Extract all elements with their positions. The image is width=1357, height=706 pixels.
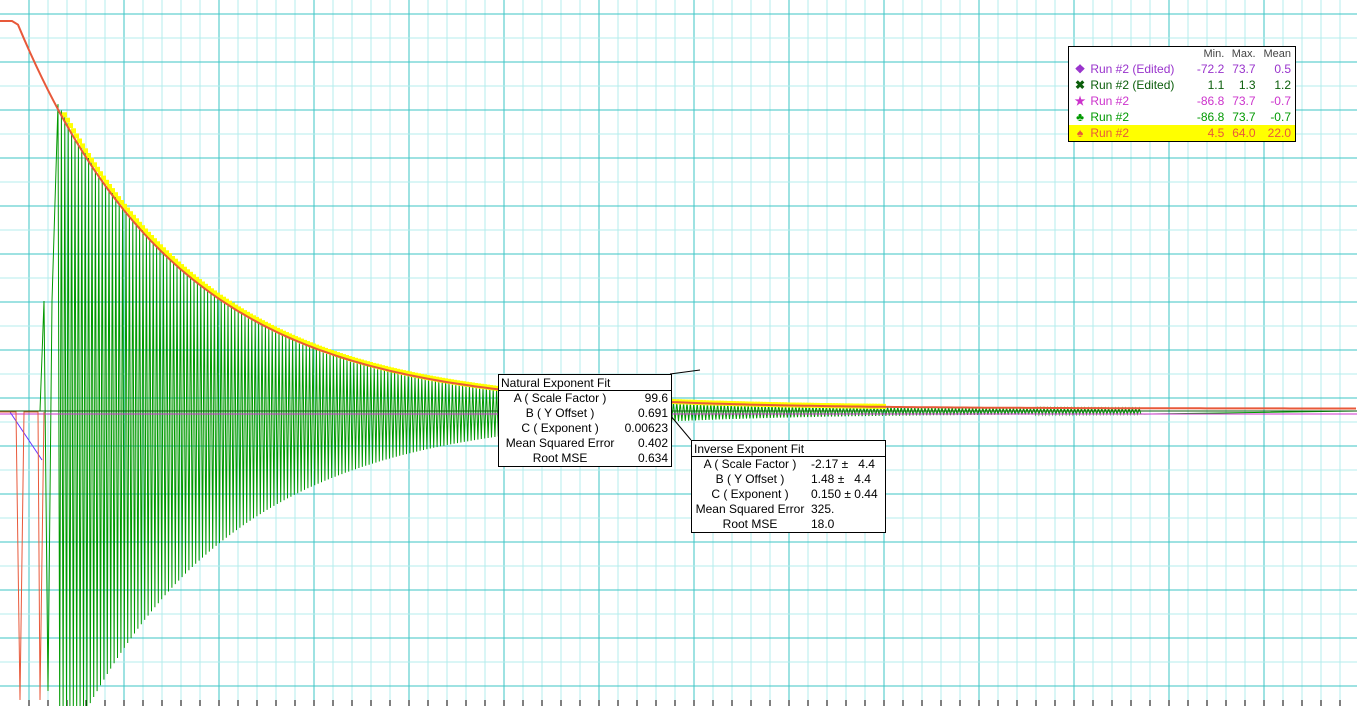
series-symbol-icon: ♣ [1076,110,1084,124]
fit-row: Mean Squared Error 0.402 [499,436,671,451]
fit-curve-start [0,411,45,701]
fit-row: Mean Squared Error 325. [692,502,881,517]
legend-row[interactable]: ★ Run #2 -86.8 73.7 -0.7 [1069,93,1295,109]
legend-min: -72.2 [1196,62,1225,76]
fit-label: A ( Scale Factor ) [513,391,607,405]
series-symbol-icon: ★ [1074,94,1086,108]
inverse-fit-title: Inverse Exponent Fit [692,441,885,457]
oscillation-line [0,104,1357,706]
fit-value: 0.691 [637,406,668,420]
fit-value: 325. [811,502,835,516]
legend-row[interactable]: ❖ Run #2 (Edited) -72.2 73.7 0.5 [1069,61,1295,77]
fit-row: A ( Scale Factor ) 99.6 [499,391,671,406]
legend-row[interactable]: ✖ Run #2 (Edited) 1.1 1.3 1.2 [1069,77,1295,93]
legend-entry: ✖ Run #2 (Edited) [1069,77,1193,93]
fit-row: B ( Y Offset ) 0.691 [499,406,671,421]
fit-row: A ( Scale Factor ) -2.17 ± 4.4 [692,457,881,472]
inverse-exponent-fit-box[interactable]: Inverse Exponent Fit A ( Scale Factor ) -… [691,440,886,533]
fit-label: Root MSE [532,451,588,465]
legend-row[interactable]: ♠ Run #2 4.5 64.0 22.0 [1069,125,1295,141]
series-symbol-icon: ❖ [1074,62,1086,76]
fit-label: Mean Squared Error [695,502,805,516]
fit-value: 0.402 [637,436,668,450]
natural-exponent-fit-box[interactable]: Natural Exponent Fit A ( Scale Factor ) 9… [498,374,672,467]
series-symbol-icon: ♠ [1076,126,1084,140]
legend-header-max: Max. [1231,48,1256,60]
fit-label: C ( Exponent ) [711,487,789,501]
fit-value: 0.150 ± 0.44 [811,487,878,501]
legend-series-name: Run #2 (Edited) [1087,78,1175,92]
legend-mean: 0.5 [1274,62,1291,76]
legend-entry: ❖ Run #2 (Edited) [1069,61,1193,77]
fit-value: 1.48 ± 4.4 [811,472,871,486]
legend-header-min: Min. [1203,48,1225,60]
legend-entry: ♠ Run #2 [1069,125,1193,141]
legend-entry: ♣ Run #2 [1069,109,1193,125]
legend-max: 73.7 [1232,62,1256,76]
legend-mean: 1.2 [1274,78,1291,92]
fit-value: 99.6 [644,391,668,405]
fit-label: A ( Scale Factor ) [703,457,797,471]
legend-mean: -0.7 [1270,110,1291,124]
fit-label: B ( Y Offset ) [525,406,595,420]
fit-label: Mean Squared Error [505,436,615,450]
legend-min: 1.1 [1207,78,1225,92]
fit-row: Root MSE 18.0 [692,517,881,532]
edited-drop-line [9,411,43,461]
legend-series-name: Run #2 [1087,126,1130,140]
legend-series-name: Run #2 [1087,110,1130,124]
fit-row: C ( Exponent ) 0.00623 [499,421,671,436]
legend-entry: ★ Run #2 [1069,93,1193,109]
legend-header-mean: Mean [1263,48,1291,60]
fit-value: 18.0 [811,517,835,531]
legend-max: 73.7 [1232,94,1256,108]
inverse-fit-connector [669,414,692,441]
oscillation-series [0,104,1357,706]
legend-min: -86.8 [1196,110,1225,124]
legend-min: -86.8 [1196,94,1225,108]
series-symbol-icon: ✖ [1074,78,1086,92]
legend-series-name: Run #2 [1087,94,1130,108]
fit-row: C ( Exponent ) 0.150 ± 0.44 [692,487,881,502]
fit-label: B ( Y Offset ) [715,472,785,486]
legend-max: 64.0 [1232,126,1256,140]
fit-label: C ( Exponent ) [521,421,599,435]
fit-row: Root MSE 0.634 [499,451,671,466]
legend-mean: 22.0 [1267,126,1291,140]
legend-max: 1.3 [1238,78,1256,92]
fit-row: B ( Y Offset ) 1.48 ± 4.4 [692,472,881,487]
natural-fit-title: Natural Exponent Fit [499,375,671,391]
fit-value: 0.00623 [624,421,668,435]
legend-min: 4.5 [1207,126,1225,140]
legend-max: 73.7 [1232,110,1256,124]
legend[interactable]: Min. Max. Mean ❖ Run #2 (Edited) -72.2 73.… [1068,46,1296,142]
legend-series-name: Run #2 (Edited) [1087,62,1175,76]
envelope-markers [62,112,886,409]
legend-mean: -0.7 [1270,94,1291,108]
legend-row[interactable]: ♣ Run #2 -86.8 73.7 -0.7 [1069,109,1295,125]
fit-value: 0.634 [637,451,668,465]
fit-value: -2.17 ± 4.4 [811,457,875,471]
fit-label: Root MSE [722,517,778,531]
